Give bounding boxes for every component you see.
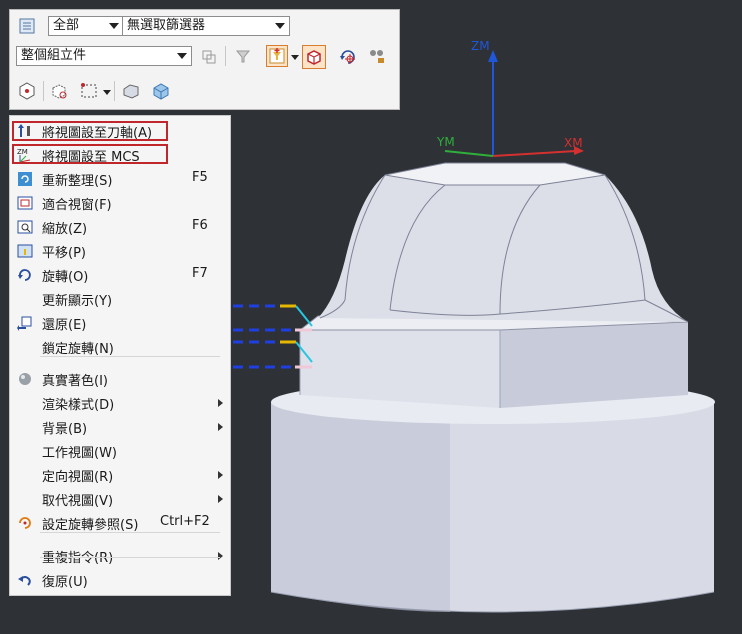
rotate-point-icon[interactable] [336, 45, 358, 67]
menu-item[interactable]: 真實著色(I) [10, 368, 230, 390]
filter-reset-icon[interactable] [232, 45, 254, 67]
submenu-arrow-icon [218, 471, 223, 479]
scope-dropdown[interactable]: 整個組立件 [16, 46, 192, 66]
menu-item-label: 取代視圖(V) [42, 494, 114, 509]
highlight-box-tool-axis [12, 121, 168, 141]
rectangle-select-icon[interactable] [78, 80, 100, 102]
menu-separator [40, 532, 220, 533]
chevron-down-icon[interactable] [291, 55, 299, 60]
menu-item-label: 渲染樣式(D) [42, 398, 115, 413]
refresh-icon [17, 171, 33, 187]
component-select-icon[interactable] [198, 45, 220, 67]
zoom-icon [17, 219, 33, 235]
menu-item-shortcut: F7 [192, 266, 208, 281]
selection-filter-dropdown[interactable]: 無選取篩選器 [122, 16, 290, 36]
menu-item[interactable]: 取代視圖(V) [10, 488, 230, 510]
context-menu: 將視圖設至刀軸(A) ZM 將視圖設至 MCS 重新整理(S) F5 適合視窗(F) 縮放(… [9, 115, 231, 596]
menu-item-label: 設定旋轉參照(S) [42, 518, 139, 533]
chevron-down-icon[interactable] [103, 90, 111, 95]
menu-item-label: 旋轉(O) [42, 270, 89, 285]
zm-axis-label: ZM [471, 39, 490, 53]
selection-toolbar: 全部 無選取篩選器 整個組立件 [9, 9, 400, 110]
menu-item-label: 還原(E) [42, 318, 87, 333]
hex-body[interactable] [298, 313, 689, 408]
menu-separator [40, 557, 220, 558]
menu-item[interactable]: 重複指令(R) [10, 545, 230, 567]
submenu-arrow-icon [218, 399, 223, 407]
type-filter-icon[interactable] [266, 45, 288, 67]
toolbar-separator [43, 81, 44, 101]
true-shading-icon [17, 371, 33, 387]
menu-item-shortcut: Ctrl+F2 [160, 514, 210, 529]
pan-icon [17, 243, 33, 259]
menu-item-label: 縮放(Z) [42, 222, 88, 237]
menu-item[interactable]: 重新整理(S) F5 [10, 168, 230, 190]
menu-item[interactable]: 平移(P) [10, 240, 230, 262]
submenu-arrow-icon [218, 552, 223, 560]
menu-separator [40, 356, 220, 357]
fit-window-icon [17, 195, 33, 211]
menu-item[interactable]: 渲染樣式(D) [10, 392, 230, 414]
chevron-down-icon [275, 23, 285, 29]
assembly-navigator-icon[interactable] [366, 45, 388, 67]
menu-item[interactable]: 適合視窗(F) [10, 192, 230, 214]
shaded-edges-icon[interactable] [120, 80, 142, 102]
undo-icon [17, 572, 33, 588]
cube-select-icon[interactable] [48, 80, 70, 102]
submenu-arrow-icon [218, 423, 223, 431]
menu-item[interactable]: 縮放(Z) F6 [10, 216, 230, 238]
base-cylinder[interactable] [270, 380, 715, 613]
highlight-box-mcs [12, 144, 168, 164]
menu-item-label: 真實著色(I) [42, 374, 108, 389]
menu-item[interactable]: 工作視圖(W) [10, 440, 230, 462]
toolbar-separator [225, 46, 226, 66]
chevron-down-icon [109, 23, 119, 29]
restore-icon [17, 315, 33, 331]
menu-item[interactable]: 鎖定旋轉(N) [10, 336, 230, 358]
menu-item-label: 鎖定旋轉(N) [42, 342, 114, 357]
menu-item-shortcut: F6 [192, 218, 208, 233]
point-snap-icon[interactable] [16, 80, 38, 102]
chevron-down-icon [177, 53, 187, 59]
menu-item[interactable]: 定向視圖(R) [10, 464, 230, 486]
mcs-triad[interactable]: ZM YM XM [436, 39, 584, 157]
menu-item[interactable]: 更新顯示(Y) [10, 288, 230, 310]
menu-item-label: 定向視圖(R) [42, 470, 114, 485]
xm-axis-label: XM [564, 136, 583, 150]
scope-value: 整個組立件 [21, 48, 87, 63]
menu-item-label: 平移(P) [42, 246, 86, 261]
menu-item-label: 適合視窗(F) [42, 198, 112, 213]
menu-item-label: 背景(B) [42, 422, 88, 437]
menu-item-label: 重新整理(S) [42, 174, 113, 189]
menu-item[interactable]: 設定旋轉參照(S) Ctrl+F2 [10, 512, 230, 534]
menu-item-label: 更新顯示(Y) [42, 294, 113, 309]
menu-item[interactable]: 復原(U) [10, 569, 230, 591]
selection-box-icon[interactable] [302, 45, 326, 69]
type-filter-value: 全部 [53, 18, 80, 33]
ym-axis-label: YM [436, 135, 455, 149]
submenu-arrow-icon [218, 495, 223, 503]
dome-cap[interactable] [318, 162, 689, 323]
toolbar-separator [114, 81, 115, 101]
selection-filter-value: 無選取篩選器 [127, 18, 206, 33]
menu-item-shortcut: F5 [192, 170, 208, 185]
shaded-view-icon[interactable] [150, 80, 172, 102]
menu-item-label: 復原(U) [42, 575, 88, 590]
menu-item[interactable]: 背景(B) [10, 416, 230, 438]
menu-item[interactable]: 旋轉(O) F7 [10, 264, 230, 286]
rotate-reference-icon [17, 515, 33, 531]
menu-icon[interactable] [16, 15, 38, 37]
menu-item-label: 工作視圖(W) [42, 446, 117, 461]
type-filter-dropdown[interactable]: 全部 [48, 16, 124, 36]
menu-item[interactable]: 還原(E) [10, 312, 230, 334]
rotate-icon [17, 267, 33, 283]
